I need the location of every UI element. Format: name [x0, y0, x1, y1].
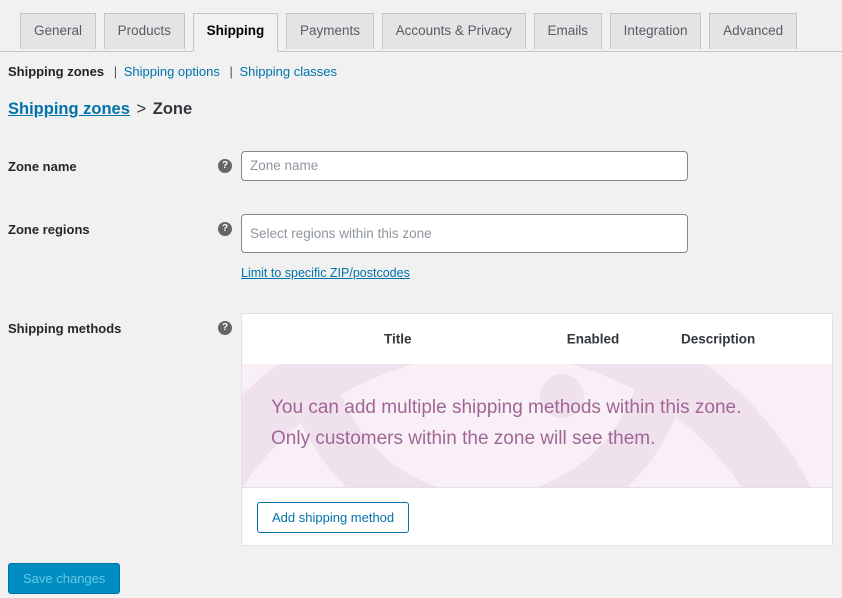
shipping-methods-table: Title Enabled Description You can add mu… [241, 313, 833, 546]
shipping-methods-table-footer: Add shipping method [242, 487, 832, 545]
save-row: Save changes [8, 563, 834, 594]
breadcrumb: Shipping zones > Zone [8, 100, 834, 119]
page-title: Zone [153, 100, 192, 118]
help-icon[interactable]: ? [218, 222, 232, 236]
settings-tab-bar: General Products Shipping Payments Accou… [0, 0, 842, 52]
zone-regions-row: Zone regions ? Limit to specific ZIP/pos… [0, 214, 842, 280]
tab-integration[interactable]: Integration [610, 13, 702, 49]
subnav-shipping-classes[interactable]: Shipping classes [239, 64, 337, 79]
column-header-description: Description [681, 331, 755, 346]
tab-payments[interactable]: Payments [286, 13, 374, 49]
save-changes-button[interactable]: Save changes [8, 563, 120, 594]
shipping-methods-label: Shipping methods [8, 313, 218, 336]
subnav-shipping-options[interactable]: Shipping options [124, 64, 220, 79]
limit-postcodes-link[interactable]: Limit to specific ZIP/postcodes [241, 266, 410, 280]
breadcrumb-separator: > [137, 100, 147, 118]
column-header-title: Title [384, 331, 412, 346]
breadcrumb-shipping-zones-link[interactable]: Shipping zones [8, 100, 130, 118]
shipping-subnav: Shipping zones | Shipping options | Ship… [8, 64, 834, 79]
subnav-shipping-zones[interactable]: Shipping zones [8, 64, 104, 79]
shipping-methods-blank-state: You can add multiple shipping methods wi… [242, 364, 832, 487]
zone-name-input[interactable] [241, 151, 688, 181]
zone-regions-label: Zone regions [8, 214, 218, 237]
shipping-methods-table-header: Title Enabled Description [242, 314, 832, 364]
zone-settings-form: Zone name ? Zone regions ? Limit to spec… [0, 151, 842, 546]
help-icon[interactable]: ? [218, 321, 232, 335]
tab-products[interactable]: Products [104, 13, 185, 49]
zone-name-label: Zone name [8, 151, 218, 174]
zone-name-row: Zone name ? [0, 151, 842, 181]
tab-general[interactable]: General [20, 13, 96, 49]
tab-advanced[interactable]: Advanced [709, 13, 797, 49]
blank-state-message: You can add multiple shipping methods wi… [242, 364, 832, 454]
help-icon[interactable]: ? [218, 159, 232, 173]
zone-regions-input[interactable] [241, 214, 688, 253]
subnav-separator: | [114, 64, 117, 79]
tab-shipping[interactable]: Shipping [193, 13, 279, 52]
tab-accounts-privacy[interactable]: Accounts & Privacy [382, 13, 526, 49]
column-header-enabled: Enabled [567, 331, 620, 346]
shipping-methods-row: Shipping methods ? Title Enabled Descrip… [0, 313, 842, 546]
subnav-separator: | [229, 64, 232, 79]
blank-state-message-line1: You can add multiple shipping methods wi… [271, 392, 812, 423]
blank-state-message-line2: Only customers within the zone will see … [271, 423, 812, 454]
tab-emails[interactable]: Emails [534, 13, 603, 49]
add-shipping-method-button[interactable]: Add shipping method [257, 502, 409, 533]
